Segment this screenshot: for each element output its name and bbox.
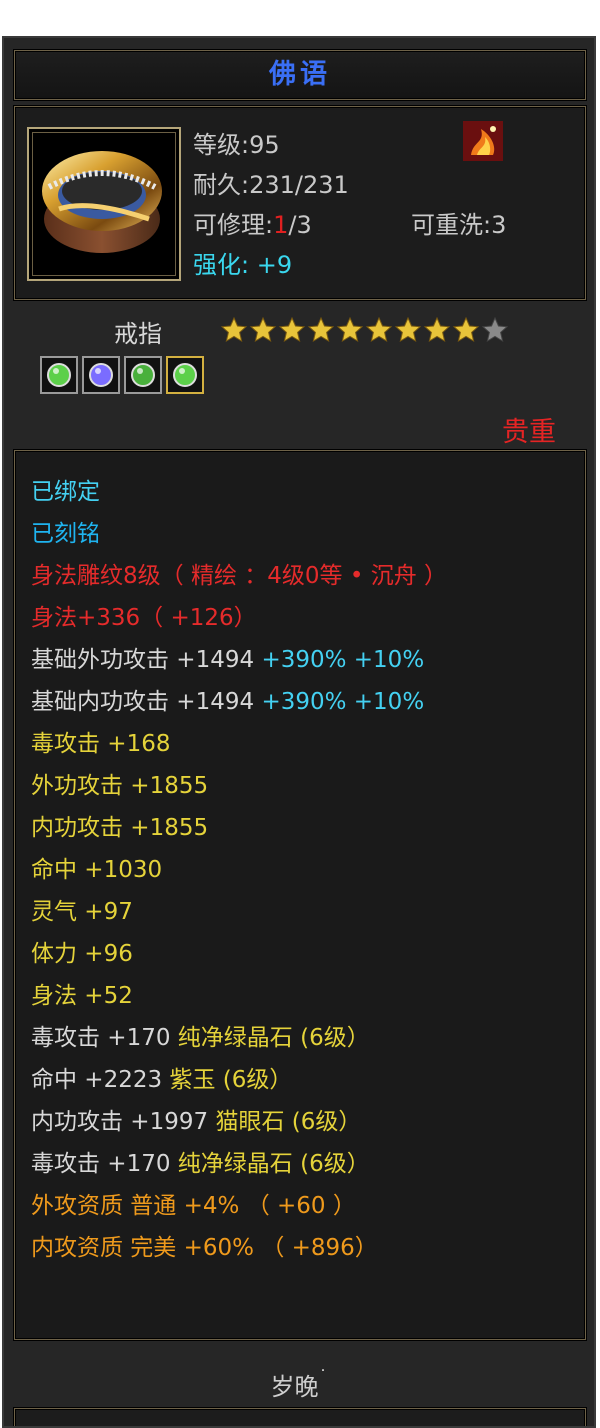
attribute-text: 毒攻击 +168 bbox=[31, 731, 171, 757]
star-filled-icon bbox=[220, 316, 248, 343]
attribute-text: 命中 +2223 bbox=[31, 1067, 170, 1093]
attribute-text: 毒攻击 +170 bbox=[31, 1025, 178, 1051]
attribute-text: 猫眼石 (6级） bbox=[215, 1109, 362, 1135]
attribute-line: 身法雕纹8级（ 精绘 ：4级0等 • 沉舟 ） bbox=[31, 561, 447, 591]
attribute-text: 已刻铭 bbox=[31, 521, 100, 547]
attribute-text: 纯净绿晶石 (6级） bbox=[177, 1025, 370, 1051]
green-gem-icon bbox=[131, 363, 155, 387]
attribute-text: +390% +10% bbox=[261, 689, 425, 715]
attribute-line: 基础外功攻击 +1494 +390% +10% bbox=[31, 645, 424, 675]
item-type-section: 戒指 贵重 bbox=[14, 306, 584, 448]
rewash-stat: 可重洗:3 bbox=[411, 211, 507, 239]
star-filled-icon bbox=[452, 316, 480, 343]
star-filled-icon bbox=[365, 316, 393, 343]
attribute-line: 外攻资质 普通 +4% （ +60 ） bbox=[31, 1191, 356, 1221]
attribute-text: 已绑定 bbox=[31, 479, 100, 505]
attribute-text: 命中 +1030 bbox=[31, 857, 163, 883]
star-filled-icon bbox=[336, 316, 364, 343]
maker-mark: ˙ bbox=[318, 1367, 328, 1388]
attribute-text: 外功攻击 +1855 bbox=[31, 773, 209, 799]
ring-item-icon[interactable] bbox=[27, 127, 181, 281]
attribute-line: 已刻铭 bbox=[31, 519, 100, 549]
item-name: 佛语 bbox=[269, 59, 331, 90]
flame-badge-icon bbox=[463, 121, 503, 161]
attribute-text: 灵气 +97 bbox=[31, 899, 133, 925]
quality-label: 贵重 bbox=[502, 417, 556, 448]
star-filled-icon bbox=[394, 316, 422, 343]
star-empty-icon bbox=[481, 316, 509, 343]
star-filled-icon bbox=[307, 316, 335, 343]
repair-stat: 可修理:1/3 bbox=[193, 211, 312, 239]
attribute-line: 身法+336（ +126） bbox=[31, 603, 257, 633]
gem-slots bbox=[40, 356, 204, 394]
attribute-list: 已绑定已刻铭身法雕纹8级（ 精绘 ：4级0等 • 沉舟 ） 身法+336（ +12… bbox=[14, 450, 586, 1340]
attribute-text: 内攻资质 完美 +60% （ +896） bbox=[31, 1235, 378, 1261]
maker-section: 岁晚˙ bbox=[14, 1350, 584, 1406]
gem-slot[interactable] bbox=[166, 356, 204, 394]
attribute-line: 体力 +96 bbox=[31, 939, 133, 969]
item-tooltip-panel: 佛语 等级:95 耐久:231/231 可修理:1/3 可重洗:3 强化: +9… bbox=[2, 36, 596, 1428]
attribute-text: 紫玉 (6级） bbox=[169, 1067, 293, 1093]
attribute-line: 外功攻击 +1855 bbox=[31, 771, 208, 801]
attribute-line: 毒攻击 +168 bbox=[31, 729, 170, 759]
attribute-text: 内功攻击 +1997 bbox=[31, 1109, 216, 1135]
attribute-text: 内功攻击 +1855 bbox=[31, 815, 209, 841]
attribute-line: 命中 +2223 紫玉 (6级） bbox=[31, 1065, 292, 1095]
attribute-line: 已绑定 bbox=[31, 477, 100, 507]
attribute-line: 基础内功攻击 +1494 +390% +10% bbox=[31, 687, 424, 717]
attribute-text: 纯净绿晶石 (6级） bbox=[177, 1151, 370, 1177]
purple-gem-icon bbox=[89, 363, 113, 387]
level-stat: 等级:95 bbox=[193, 131, 280, 159]
gem-slot[interactable] bbox=[124, 356, 162, 394]
green-gem-icon bbox=[173, 363, 197, 387]
gem-slot[interactable] bbox=[82, 356, 120, 394]
attribute-line: 命中 +1030 bbox=[31, 855, 162, 885]
item-summary: 等级:95 耐久:231/231 可修理:1/3 可重洗:3 强化: +9 bbox=[14, 106, 586, 300]
attribute-text: 身法 +52 bbox=[31, 983, 133, 1009]
attribute-text: 身法+336（ +126） bbox=[31, 605, 257, 631]
durability-stat: 耐久:231/231 bbox=[193, 171, 349, 199]
enhance-stat: 强化: +9 bbox=[193, 251, 293, 279]
attribute-text: 基础内功攻击 +1494 bbox=[31, 689, 262, 715]
green-gem-icon bbox=[47, 363, 71, 387]
attribute-text: 毒攻击 +170 bbox=[31, 1151, 178, 1177]
attribute-text: 基础外功攻击 +1494 bbox=[31, 647, 262, 673]
attribute-line: 内功攻击 +1855 bbox=[31, 813, 208, 843]
star-filled-icon bbox=[423, 316, 451, 343]
attribute-line: 灵气 +97 bbox=[31, 897, 133, 927]
attribute-text: 外攻资质 普通 +4% （ +60 ） bbox=[31, 1193, 356, 1219]
ring-icon bbox=[42, 151, 162, 253]
attribute-text: 身法雕纹8级（ 精绘 ：4级0等 • 沉舟 ） bbox=[31, 563, 448, 589]
gem-slot[interactable] bbox=[40, 356, 78, 394]
star-filled-icon bbox=[278, 316, 306, 343]
item-name-bar: 佛语 bbox=[14, 50, 586, 100]
attribute-line: 毒攻击 +170 纯净绿晶石 (6级） bbox=[31, 1023, 370, 1053]
attribute-text: 体力 +96 bbox=[31, 941, 133, 967]
attribute-line: 内功攻击 +1997 猫眼石 (6级） bbox=[31, 1107, 361, 1137]
item-type-label: 戒指 bbox=[114, 320, 162, 348]
attribute-text: +390% +10% bbox=[261, 647, 425, 673]
attribute-line: 毒攻击 +170 纯净绿晶石 (6级） bbox=[31, 1149, 370, 1179]
star-rating bbox=[220, 316, 509, 344]
attribute-line: 内攻资质 完美 +60% （ +896） bbox=[31, 1233, 378, 1263]
bottom-frame bbox=[14, 1408, 586, 1426]
star-filled-icon bbox=[249, 316, 277, 343]
maker-name: 岁晚 bbox=[270, 1373, 319, 1401]
attribute-line: 身法 +52 bbox=[31, 981, 133, 1011]
